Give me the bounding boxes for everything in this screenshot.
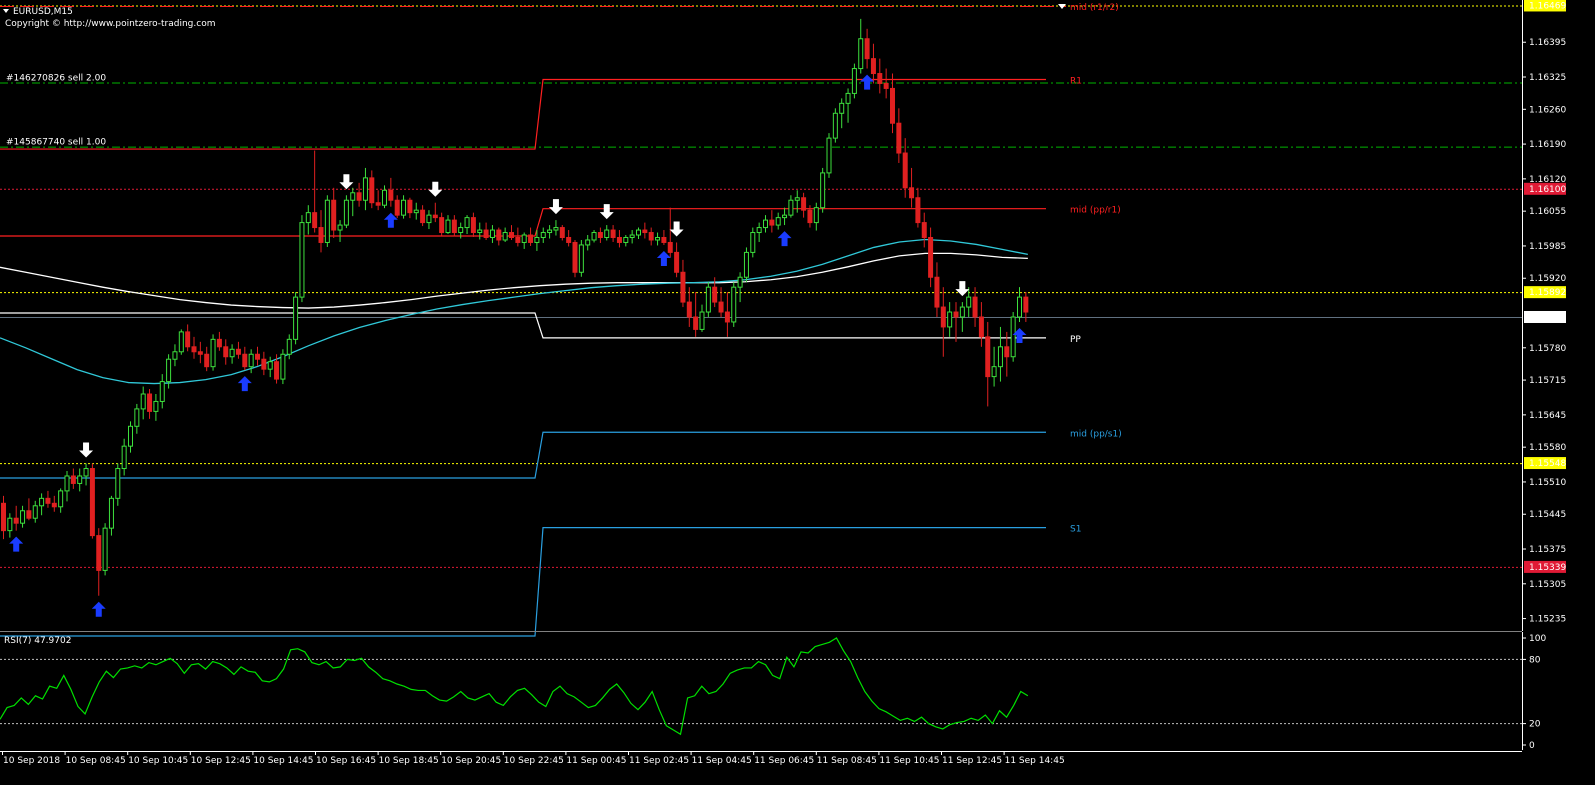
candle — [705, 282, 711, 317]
candle — [820, 167, 826, 213]
time-tick: 11 Sep 04:45 — [692, 756, 752, 766]
price-tick: 1.15445 — [1529, 510, 1566, 520]
chart-background — [0, 0, 1595, 785]
order-label: #145867740 sell 1.00 — [6, 138, 106, 148]
time-tick: 10 Sep 14:45 — [253, 756, 313, 766]
time-tick: 10 Sep 16:45 — [316, 756, 376, 766]
rsi-label: RSI(7) 47.9702 — [4, 636, 71, 646]
svg-text:1.16469: 1.16469 — [1529, 1, 1566, 11]
price-tick: 1.16325 — [1529, 73, 1566, 83]
time-tick: 10 Sep 18:45 — [379, 756, 439, 766]
time-tick: 10 Sep 22:45 — [504, 756, 564, 766]
price-marker: 1.16100 — [1524, 182, 1566, 195]
candle — [89, 463, 95, 539]
time-tick: 10 Sep 2018 — [3, 756, 60, 766]
candle — [299, 215, 305, 303]
time-tick: 10 Sep 20:45 — [441, 756, 501, 766]
time-tick: 11 Sep 00:45 — [566, 756, 626, 766]
pivot-label-s1: S1 — [1070, 525, 1081, 535]
time-tick: 10 Sep 12:45 — [191, 756, 251, 766]
price-tick: 1.15920 — [1529, 274, 1566, 284]
pivot-label-r1: R1 — [1070, 76, 1082, 86]
time-tick: 11 Sep 14:45 — [1005, 756, 1065, 766]
price-tick: 1.16055 — [1529, 207, 1566, 217]
price-marker: 1.15548 — [1524, 457, 1566, 470]
time-tick: 11 Sep 12:45 — [942, 756, 1002, 766]
candle — [343, 195, 349, 229]
price-tick: 1.16395 — [1529, 38, 1566, 48]
price-tick: 1.15715 — [1529, 376, 1566, 386]
time-tick: 11 Sep 06:45 — [754, 756, 814, 766]
price-marker: 1.16469 — [1524, 0, 1566, 12]
svg-text:1.15842: 1.15842 — [1529, 313, 1566, 323]
svg-text:1.15339: 1.15339 — [1529, 563, 1566, 573]
time-tick: 10 Sep 08:45 — [66, 756, 126, 766]
price-tick: 1.16260 — [1529, 105, 1566, 115]
time-tick: 10 Sep 10:45 — [128, 756, 188, 766]
rsi-tick: 20 — [1529, 720, 1541, 730]
price-tick: 1.15235 — [1529, 615, 1566, 625]
price-marker: 1.15892 — [1524, 286, 1566, 299]
candle — [280, 349, 286, 385]
time-tick: 11 Sep 02:45 — [629, 756, 689, 766]
price-tick: 1.15780 — [1529, 344, 1566, 354]
symbol-title: EURUSD,M15 — [13, 7, 73, 17]
rsi-tick: 80 — [1529, 655, 1541, 665]
candle — [826, 133, 832, 178]
price-tick: 1.15375 — [1529, 545, 1566, 555]
pivot-label-pp: PP — [1070, 335, 1081, 345]
candle — [731, 282, 737, 327]
candle — [178, 329, 184, 355]
price-tick: 1.15985 — [1529, 242, 1566, 252]
candle — [851, 63, 857, 99]
price-marker: 1.15339 — [1524, 560, 1566, 573]
pivot-label-pps1: mid (pp/s1) — [1070, 429, 1122, 439]
svg-text:1.15548: 1.15548 — [1529, 459, 1566, 469]
time-tick: 11 Sep 08:45 — [817, 756, 877, 766]
pivot-label-ppr1: mid (pp/r1) — [1070, 206, 1121, 216]
pivot-label-r1r2: mid (r1/r2) — [1070, 3, 1119, 13]
candle — [750, 227, 756, 258]
price-tick: 1.15510 — [1529, 478, 1566, 488]
candle — [578, 239, 584, 277]
candle — [832, 108, 838, 143]
order-label: #146270826 sell 2.00 — [6, 73, 106, 83]
price-tick: 1.16190 — [1529, 140, 1566, 150]
rsi-tick: 0 — [1529, 741, 1535, 751]
candle — [324, 195, 330, 247]
candle — [1010, 312, 1016, 362]
candle — [743, 247, 749, 283]
price-marker: 1.15842 — [1524, 310, 1566, 323]
price-tick: 1.15305 — [1529, 580, 1566, 590]
candle — [210, 334, 216, 371]
candle — [102, 523, 108, 576]
time-tick: 11 Sep 10:45 — [879, 756, 939, 766]
svg-text:1.15892: 1.15892 — [1529, 288, 1566, 298]
rsi-tick: 100 — [1529, 634, 1546, 644]
trading-chart[interactable]: #146270826 sell 2.00 #145867740 sell 1.00… — [0, 0, 1595, 785]
copyright-text: Copyright © http://www.pointzero-trading… — [5, 19, 215, 29]
candle — [572, 239, 578, 278]
svg-text:1.16100: 1.16100 — [1529, 185, 1566, 195]
price-tick: 1.15645 — [1529, 411, 1566, 421]
price-tick: 1.15580 — [1529, 443, 1566, 453]
candle — [293, 292, 299, 345]
